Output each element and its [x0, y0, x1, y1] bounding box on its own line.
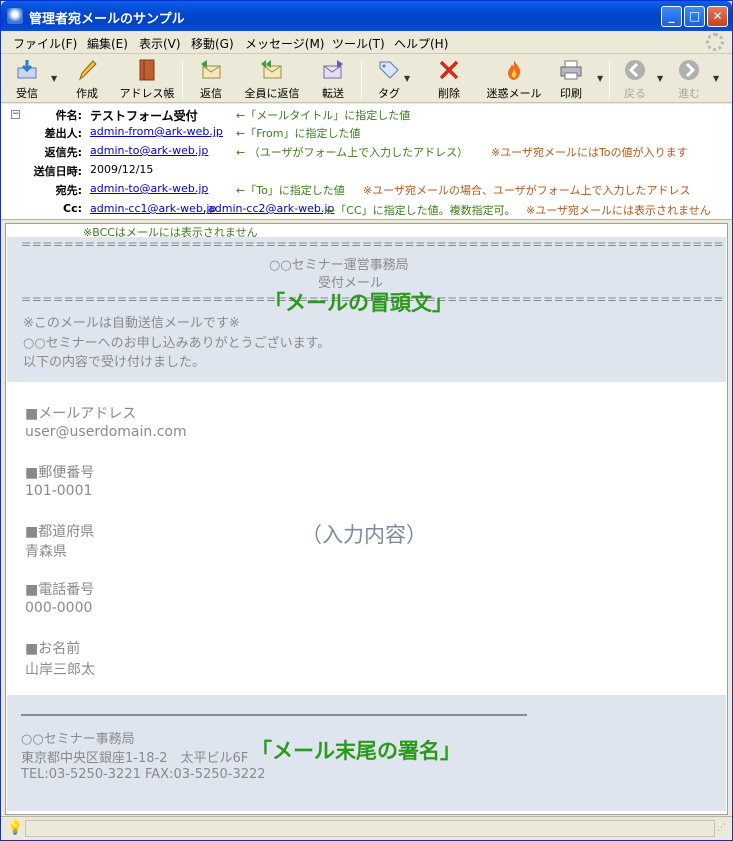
replyto-warning: ※ユーザ宛メールにはToの値が入ります: [491, 146, 688, 159]
forward-button[interactable]: 転送: [313, 58, 353, 102]
receive-dropdown-icon[interactable]: ▼: [51, 74, 57, 83]
field-label: ■都道府県: [25, 524, 95, 540]
resize-grip-icon[interactable]: ⋰: [717, 823, 726, 833]
activity-throbber-icon: [706, 33, 724, 51]
message-headers: − 件名: テストフォーム受付 ←「メールタイトル」に指定した値 差出人: ad…: [1, 104, 732, 220]
maximize-button[interactable]: □: [684, 6, 705, 27]
menu-tools[interactable]: ツール(T): [332, 35, 385, 52]
printer-icon: [560, 60, 582, 80]
replyto-note: ← （ユーザがフォーム上で入力したアドレス）: [236, 146, 469, 159]
cc-note: ←「CC」に指定した値。複数指定可。: [326, 204, 516, 217]
menu-help[interactable]: ヘルプ(H): [394, 35, 448, 52]
window-title: 管理者宛メールのサンプル: [29, 12, 185, 27]
head-text-label: 「メールの冒頭文」: [264, 291, 453, 315]
title-bar[interactable]: 管理者宛メールのサンプル _ □ ✕: [1, 1, 732, 31]
back-arrow-icon: [625, 60, 645, 80]
next-button[interactable]: 進む: [671, 58, 707, 102]
cc-row: Cc: admin-cc1@ark-web.jp , admin-cc2@ark…: [63, 202, 711, 217]
to-link[interactable]: admin-to@ark-web.jp: [90, 182, 208, 195]
toolbar-separator: [182, 60, 183, 100]
cc2-link[interactable]: admin-cc2@ark-web.jp: [208, 202, 334, 215]
minimize-button[interactable]: _: [661, 6, 682, 27]
compose-button[interactable]: 作成: [67, 58, 107, 102]
close-button[interactable]: ✕: [707, 6, 728, 27]
input-content-label: （入力内容）: [301, 523, 427, 547]
mail-window: 管理者宛メールのサンプル _ □ ✕ ファイル(F) 編集(E) 表示(V) 移…: [0, 0, 733, 841]
delete-icon: [439, 60, 459, 80]
thunderbird-icon: [7, 8, 23, 24]
toolbar-separator: [361, 60, 362, 100]
field-label: ■電話番号: [25, 582, 95, 598]
addressbook-button[interactable]: アドレス帳: [117, 58, 177, 102]
receive-button[interactable]: 受信: [7, 58, 47, 102]
menu-edit[interactable]: 編集(E): [87, 35, 128, 52]
tag-icon: [379, 61, 399, 79]
menu-go[interactable]: 移動(G): [191, 35, 234, 52]
menu-bar: ファイル(F) 編集(E) 表示(V) 移動(G) メッセージ(M) ツール(T…: [1, 31, 732, 53]
cc-separator: ,: [203, 202, 207, 215]
back-button[interactable]: 戻る: [617, 58, 653, 102]
next-arrow-icon: [679, 60, 699, 80]
forward-icon: [323, 60, 343, 79]
menu-message[interactable]: メッセージ(M): [245, 35, 324, 52]
replyto-link[interactable]: admin-to@ark-web.jp: [90, 144, 208, 157]
tag-dropdown-icon[interactable]: ▼: [404, 74, 410, 83]
print-dropdown-icon[interactable]: ▼: [597, 74, 603, 83]
organizer-name: ○○セミナー運営事務局: [269, 258, 409, 273]
from-row: 差出人: admin-from@ark-web.jp ←「From」に指定した値: [44, 125, 361, 140]
status-bar: 💡 ⋰: [1, 816, 732, 840]
to-row: 宛先: admin-to@ark-web.jp ←「To」に指定した値 ※ユーザ…: [55, 182, 691, 197]
to-note: ←「To」に指定した値: [236, 184, 345, 197]
junk-fire-icon: [508, 60, 521, 80]
menu-view[interactable]: 表示(V): [139, 35, 181, 52]
from-link[interactable]: admin-from@ark-web.jp: [90, 125, 223, 138]
date-row: 送信日時: 2009/12/15: [33, 163, 154, 178]
from-note: ←「From」に指定した値: [236, 127, 361, 140]
subject-row: 件名: テストフォーム受付 ←「メールタイトル」に指定した値: [55, 109, 411, 123]
reply-all-button[interactable]: 全員に返信: [241, 58, 303, 102]
addressbook-icon: [139, 59, 155, 81]
reply-button[interactable]: 返信: [191, 58, 231, 102]
signature-label: 「メール末尾の署名」: [251, 739, 461, 763]
date-value: 2009/12/15: [90, 163, 154, 176]
reply-all-icon: [261, 60, 282, 79]
replyto-row: 返信先: admin-to@ark-web.jp ← （ユーザがフォーム上で入力…: [44, 144, 688, 159]
field-label: ■メールアドレス: [25, 406, 137, 422]
field-value: 000-0000: [25, 600, 93, 616]
delete-button[interactable]: 削除: [431, 58, 467, 102]
field-label: ■郵便番号: [25, 465, 95, 481]
subject-value: テストフォーム受付: [90, 109, 198, 123]
thanks-text: ○○セミナーへのお申し込みありがとうございます。: [23, 336, 331, 351]
pencil-icon: [79, 60, 97, 81]
cc1-link[interactable]: admin-cc1@ark-web.jp: [90, 202, 216, 215]
junk-button[interactable]: 迷惑メール: [485, 58, 543, 102]
signature-org: ○○セミナー事務局: [21, 732, 135, 747]
next-dropdown-icon[interactable]: ▼: [713, 74, 719, 83]
cc-warning: ※ユーザ宛メールには表示されません: [526, 204, 711, 217]
subject-note: ←「メールタイトル」に指定した値: [236, 109, 411, 122]
lightbulb-icon: 💡: [7, 821, 24, 836]
field-value: 山岸三郎太: [25, 662, 95, 678]
field-value: user@userdomain.com: [25, 424, 187, 440]
field-value: 青森県: [25, 544, 67, 560]
back-dropdown-icon[interactable]: ▼: [657, 74, 663, 83]
toolbar-separator: [609, 60, 610, 100]
status-text: [25, 820, 715, 837]
field-label: ■お名前: [25, 641, 81, 657]
accepted-text: 以下の内容で受け付けました。: [23, 355, 206, 370]
auto-notice: ※このメールは自動送信メールです※: [23, 316, 240, 331]
print-button[interactable]: 印刷: [553, 58, 589, 102]
menu-file[interactable]: ファイル(F): [13, 35, 77, 52]
signature-address: 東京都中央区銀座1-18-2 太平ビル6F: [21, 751, 249, 766]
field-value: 101-0001: [25, 483, 93, 499]
receive-icon: [17, 60, 37, 79]
signature-divider: [21, 714, 527, 716]
bcc-note: ※BCCはメールには表示されません: [83, 226, 258, 239]
reply-icon: [201, 60, 221, 79]
tag-button[interactable]: タグ: [371, 58, 407, 102]
to-warning: ※ユーザ宛メールの場合、ユーザがフォーム上で入力したアドレス: [363, 184, 691, 197]
signature-phone: TEL:03-5250-3221 FAX:03-5250-3222: [21, 767, 266, 782]
toolbar: 受信 ▼ 作成 アドレス帳 返信 全員に返信 転送 タグ ▼ 削除 迷惑メール …: [1, 53, 732, 103]
